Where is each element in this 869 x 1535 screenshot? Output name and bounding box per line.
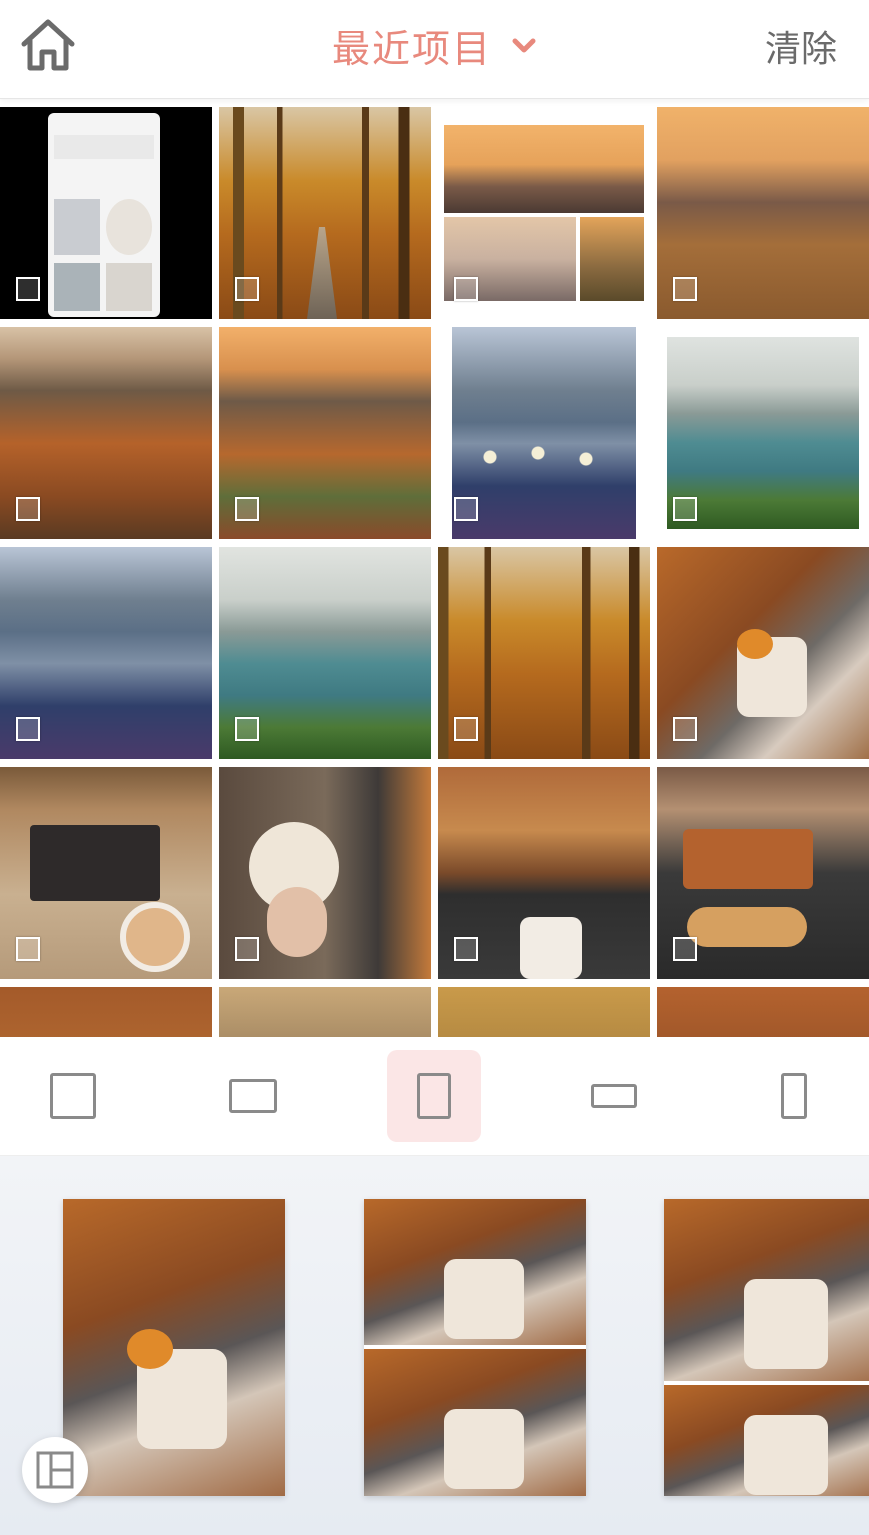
photo-grid bbox=[0, 107, 869, 1037]
photo-tile[interactable] bbox=[0, 327, 212, 539]
select-checkbox[interactable] bbox=[235, 497, 259, 521]
layout-preview-split-uneven[interactable] bbox=[664, 1199, 869, 1496]
portrait-ratio-icon bbox=[417, 1073, 451, 1119]
layout-toggle-button[interactable] bbox=[22, 1437, 88, 1503]
square-ratio-icon bbox=[50, 1073, 96, 1119]
photo-tile[interactable] bbox=[219, 767, 431, 979]
photo-tile[interactable] bbox=[438, 547, 650, 759]
select-checkbox[interactable] bbox=[454, 717, 478, 741]
photo-tile[interactable] bbox=[438, 107, 650, 319]
tall-ratio-icon bbox=[781, 1073, 807, 1119]
photo-tile[interactable] bbox=[0, 767, 212, 979]
photo-tile[interactable] bbox=[0, 987, 212, 1037]
photo-tile[interactable] bbox=[219, 987, 431, 1037]
album-title: 最近项目 bbox=[331, 27, 492, 71]
clear-button[interactable]: 清除 bbox=[765, 20, 837, 72]
album-selector[interactable]: 最近项目 bbox=[0, 18, 869, 73]
photo-tile[interactable] bbox=[657, 327, 869, 539]
photo-tile[interactable] bbox=[438, 767, 650, 979]
select-checkbox[interactable] bbox=[454, 277, 478, 301]
photo-tile[interactable] bbox=[219, 107, 431, 319]
photo-tile[interactable] bbox=[657, 547, 869, 759]
select-checkbox[interactable] bbox=[235, 717, 259, 741]
aspect-ratio-toolbar bbox=[0, 1040, 869, 1156]
layout-preview-strip bbox=[0, 1156, 869, 1535]
photo-tile[interactable] bbox=[657, 767, 869, 979]
format-portrait-button[interactable] bbox=[387, 1050, 481, 1142]
photo-tile[interactable] bbox=[219, 327, 431, 539]
select-checkbox[interactable] bbox=[235, 277, 259, 301]
layout-preview-single[interactable] bbox=[63, 1199, 285, 1496]
select-checkbox[interactable] bbox=[673, 277, 697, 301]
photo-tile[interactable] bbox=[438, 987, 650, 1037]
select-checkbox[interactable] bbox=[454, 937, 478, 961]
select-checkbox[interactable] bbox=[454, 497, 478, 521]
photo-tile[interactable] bbox=[657, 987, 869, 1037]
photo-tile[interactable] bbox=[0, 547, 212, 759]
top-bar: 最近项目 清除 bbox=[0, 0, 869, 99]
select-checkbox[interactable] bbox=[16, 937, 40, 961]
layout-grid-icon bbox=[36, 1451, 74, 1489]
landscape-ratio-icon bbox=[229, 1079, 277, 1113]
photo-tile[interactable] bbox=[219, 547, 431, 759]
chevron-down-icon bbox=[512, 38, 536, 52]
select-checkbox[interactable] bbox=[16, 277, 40, 301]
format-square-button[interactable] bbox=[26, 1050, 120, 1142]
format-tall-button[interactable] bbox=[747, 1050, 841, 1142]
select-checkbox[interactable] bbox=[673, 937, 697, 961]
select-checkbox[interactable] bbox=[16, 497, 40, 521]
layout-preview-split-two[interactable] bbox=[364, 1199, 586, 1496]
photo-tile[interactable] bbox=[657, 107, 869, 319]
select-checkbox[interactable] bbox=[673, 717, 697, 741]
wide-ratio-icon bbox=[591, 1084, 637, 1108]
select-checkbox[interactable] bbox=[673, 497, 697, 521]
format-wide-button[interactable] bbox=[567, 1050, 661, 1142]
select-checkbox[interactable] bbox=[235, 937, 259, 961]
select-checkbox[interactable] bbox=[16, 717, 40, 741]
photo-tile[interactable] bbox=[0, 107, 212, 319]
format-landscape-button[interactable] bbox=[206, 1050, 300, 1142]
photo-tile[interactable] bbox=[438, 327, 650, 539]
